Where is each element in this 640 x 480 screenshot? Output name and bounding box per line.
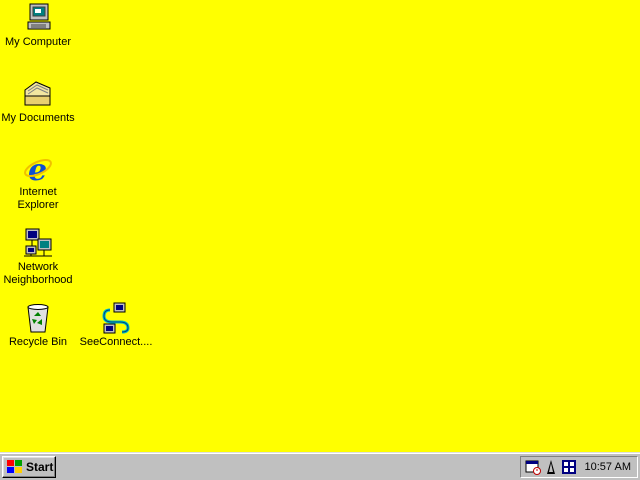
desktop-icon-label: Internet Explorer (17, 186, 59, 211)
system-tray: 10:57 AM (520, 456, 638, 478)
desktop-icon-my-computer[interactable]: My Computer (0, 2, 76, 49)
desktop-icon-label: Recycle Bin (8, 336, 68, 348)
clock[interactable]: 10:57 AM (585, 461, 631, 473)
network-adapter-icon[interactable] (561, 459, 577, 475)
windows-logo-icon (7, 460, 22, 473)
start-label: Start (26, 460, 54, 474)
network-neighborhood-icon (22, 227, 54, 259)
scheduler-icon[interactable] (525, 459, 541, 475)
taskbar: Start 10:57 AM (0, 452, 640, 480)
desktop-icon-label: Network Neighborhood (3, 261, 73, 286)
recycle-bin-icon (22, 302, 54, 334)
internet-explorer-icon: e (22, 152, 54, 184)
desktop[interactable]: My Computer My Documents e Internet Expl… (0, 0, 640, 452)
desktop-icon-label: My Computer (4, 36, 72, 48)
svg-text:e: e (28, 153, 47, 184)
desktop-icon-label: SeeConnect.... (79, 336, 153, 348)
desktop-icon-seeconnect[interactable]: SeeConnect.... (78, 302, 154, 349)
desktop-icon-my-documents[interactable]: My Documents (0, 78, 76, 125)
desktop-icon-label: My Documents (1, 112, 75, 124)
desktop-icon-internet-explorer[interactable]: e Internet Explorer (0, 152, 76, 212)
desktop-icon-recycle-bin[interactable]: Recycle Bin (0, 302, 76, 349)
start-button[interactable]: Start (2, 456, 56, 478)
my-documents-icon (22, 78, 54, 110)
my-computer-icon (22, 2, 54, 34)
network-tower-icon[interactable] (543, 459, 559, 475)
desktop-icon-network-neighborhood[interactable]: Network Neighborhood (0, 227, 76, 287)
seeconnect-icon (100, 302, 132, 334)
